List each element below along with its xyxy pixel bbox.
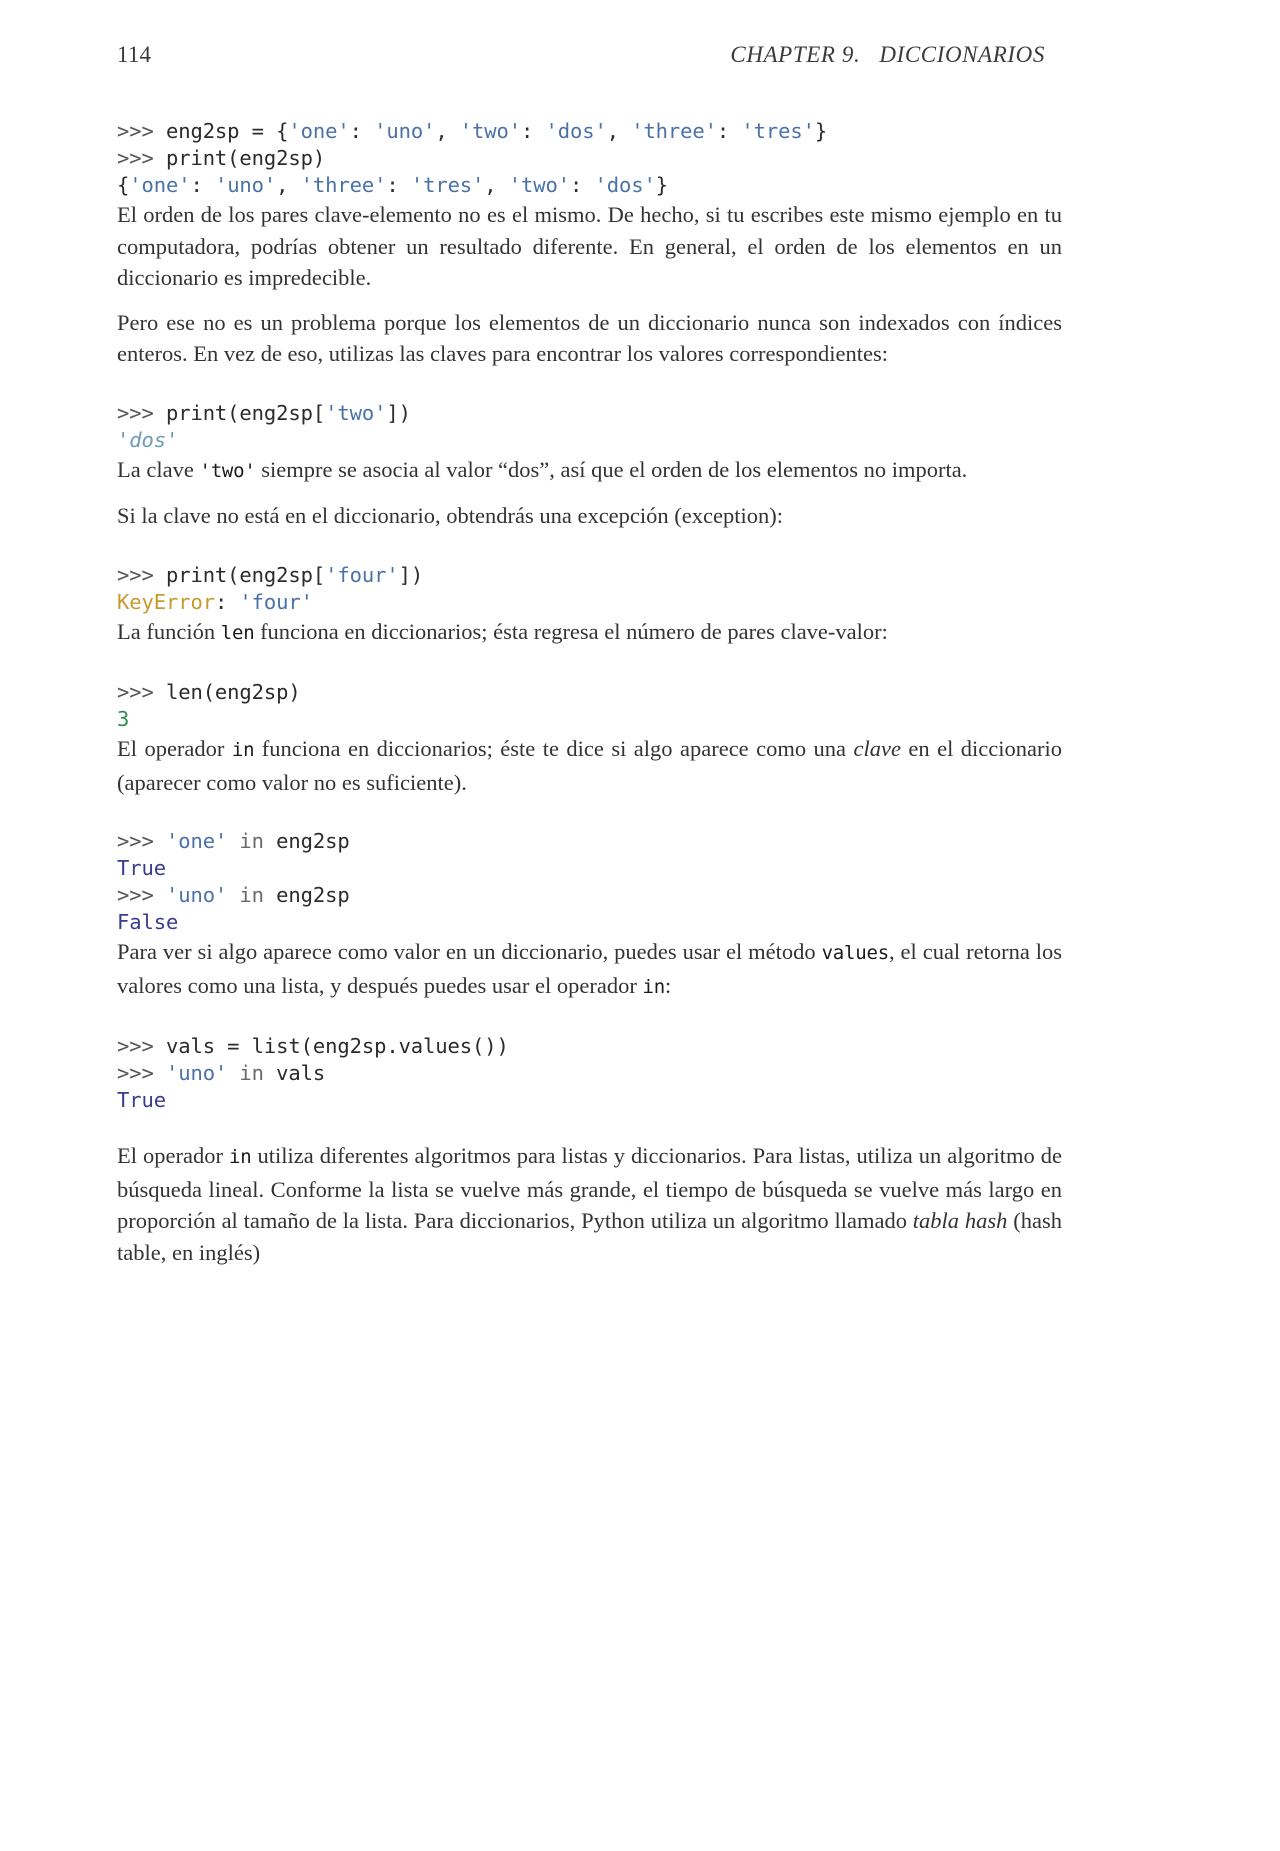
paragraph-text: El operador (117, 736, 232, 761)
code-text: : (386, 173, 411, 197)
code-text: , (276, 173, 301, 197)
string-literal: 'one' (129, 173, 191, 197)
code-text: : (349, 119, 375, 143)
string-literal: 'dos' (545, 119, 607, 143)
string-literal: 'uno' (165, 1061, 228, 1085)
paragraph-values-method: Para ver si algo aparece como valor en u… (117, 936, 1062, 1003)
output-boolean: True (117, 1088, 166, 1112)
code-text: : (716, 119, 742, 143)
paragraph-not-indexed: Pero ese no es un problema porque los el… (117, 307, 1062, 370)
prompt: >>> (117, 119, 166, 143)
paragraph-len-function: La función len funciona en diccionarios;… (117, 616, 1062, 650)
emphasis-tabla-hash: tabla hash (912, 1208, 1008, 1233)
code-text: , (484, 173, 509, 197)
code-text: print(eng2sp[ (165, 562, 326, 587)
string-literal: 'three' (300, 173, 387, 197)
paragraph-text: La clave (117, 456, 200, 482)
string-literal: 'uno' (165, 883, 228, 907)
string-literal: 'three' (631, 119, 717, 143)
code-text: vals = list(eng2sp.values()) (165, 1034, 509, 1058)
prompt: >>> (117, 829, 166, 853)
output-boolean: False (117, 910, 179, 934)
string-literal: 'four' (325, 562, 399, 587)
paragraph-text: siempre se asocia al valor “dos”, así qu… (255, 456, 968, 482)
paragraph-order-unordered: El orden de los pares clave-elemento no … (117, 202, 1062, 290)
code-text: eng2sp (276, 829, 350, 853)
keyword-in: in (227, 883, 277, 907)
paragraph-text: El operador (117, 1143, 229, 1168)
code-text: : (214, 589, 240, 614)
string-literal: 'dos' (594, 173, 656, 197)
code-text: eng2sp = { (165, 119, 289, 143)
code-block-print-two: >>> print(eng2sp['two']) 'dos' (117, 400, 1062, 454)
output-number: 3 (117, 707, 130, 731)
inline-code-two: 'two' (199, 459, 256, 482)
chapter-title: CHAPTER 9. DICCIONARIOS (730, 42, 1045, 67)
prompt: >>> (117, 680, 166, 704)
prompt: >>> (117, 562, 166, 587)
prompt: >>> (117, 1061, 166, 1085)
prompt: >>> (117, 883, 166, 907)
document-page: 114 CHAPTER 9. DICCIONARIOS >>> eng2sp =… (0, 0, 1280, 1851)
code-text: : (570, 173, 595, 197)
output-boolean: True (117, 856, 166, 880)
code-block-len: >>> len(eng2sp) 3 (117, 679, 1062, 733)
output-string: 'dos' (117, 427, 179, 452)
code-text: : (521, 119, 546, 143)
string-literal: 'two' (325, 400, 387, 425)
paragraph-hash-table: El operador in utiliza diferentes algori… (117, 1140, 1062, 1268)
string-literal: 'uno' (214, 173, 277, 197)
string-literal: 'four' (239, 589, 313, 614)
keyword-in: in (227, 829, 277, 853)
code-text: len(eng2sp) (165, 680, 301, 704)
code-text: ]) (398, 562, 424, 587)
paragraph-in-operator: El operador in funciona en diccionarios;… (117, 733, 1062, 798)
inline-code-in: in (229, 1146, 252, 1168)
inline-code-in: in (642, 975, 665, 998)
paragraph-exception: Si la clave no está en el diccionario, o… (117, 503, 783, 528)
paragraph-text: Pero ese no es un problema porque los el… (117, 309, 1062, 367)
string-literal: 'two' (459, 119, 522, 143)
code-block-dict-definition: >>> eng2sp = {'one': 'uno', 'two': 'dos'… (117, 118, 1062, 199)
paragraph-text: funciona en diccionarios; ésta regresa e… (254, 618, 888, 644)
code-text: , (606, 119, 632, 143)
code-text: print(eng2sp) (165, 146, 326, 170)
prompt: >>> (117, 146, 166, 170)
code-text: , (435, 119, 460, 143)
inline-code-values: values (821, 942, 890, 964)
string-literal: 'tres' (410, 173, 485, 197)
code-text: { (117, 173, 130, 197)
code-text: print(eng2sp[ (165, 400, 326, 425)
inline-code-in: in (231, 739, 255, 761)
code-block-in-membership: >>> 'one' in eng2sp True >>> 'uno' in en… (117, 828, 1062, 936)
page-content: 114 CHAPTER 9. DICCIONARIOS >>> eng2sp =… (117, 42, 1062, 1281)
code-text: eng2sp (276, 883, 350, 907)
code-text: vals (276, 1061, 326, 1085)
string-literal: 'uno' (374, 119, 436, 143)
page-number: 114 (117, 42, 152, 67)
string-literal: 'tres' (741, 119, 815, 143)
paragraph-text: La función (117, 618, 221, 644)
keyword-in: in (227, 1061, 277, 1085)
string-literal: 'two' (508, 173, 570, 197)
paragraph-text: : (664, 972, 672, 998)
inline-code-len: len (220, 621, 255, 644)
code-text: ]) (386, 400, 411, 425)
prompt: >>> (117, 400, 166, 425)
paragraph-text: funciona en diccionarios; éste te dice s… (254, 736, 854, 761)
string-literal: 'one' (165, 829, 228, 853)
string-literal: 'one' (288, 119, 350, 143)
paragraph-key-two: La clave 'two' siempre se asocia al valo… (117, 454, 1062, 488)
running-header: 114 CHAPTER 9. DICCIONARIOS (117, 42, 1062, 76)
paragraph-text: Para ver si algo aparece como valor en u… (117, 939, 822, 964)
code-text: : (190, 173, 215, 197)
prompt: >>> (117, 1034, 166, 1058)
code-text: } (814, 119, 828, 143)
code-text: } (655, 173, 668, 197)
code-block-keyerror: >>> print(eng2sp['four']) KeyError: 'fou… (117, 562, 1062, 616)
error-name: KeyError (117, 589, 215, 614)
emphasis-clave: clave (853, 736, 901, 761)
code-block-values-list: >>> vals = list(eng2sp.values()) >>> 'un… (117, 1033, 1062, 1114)
